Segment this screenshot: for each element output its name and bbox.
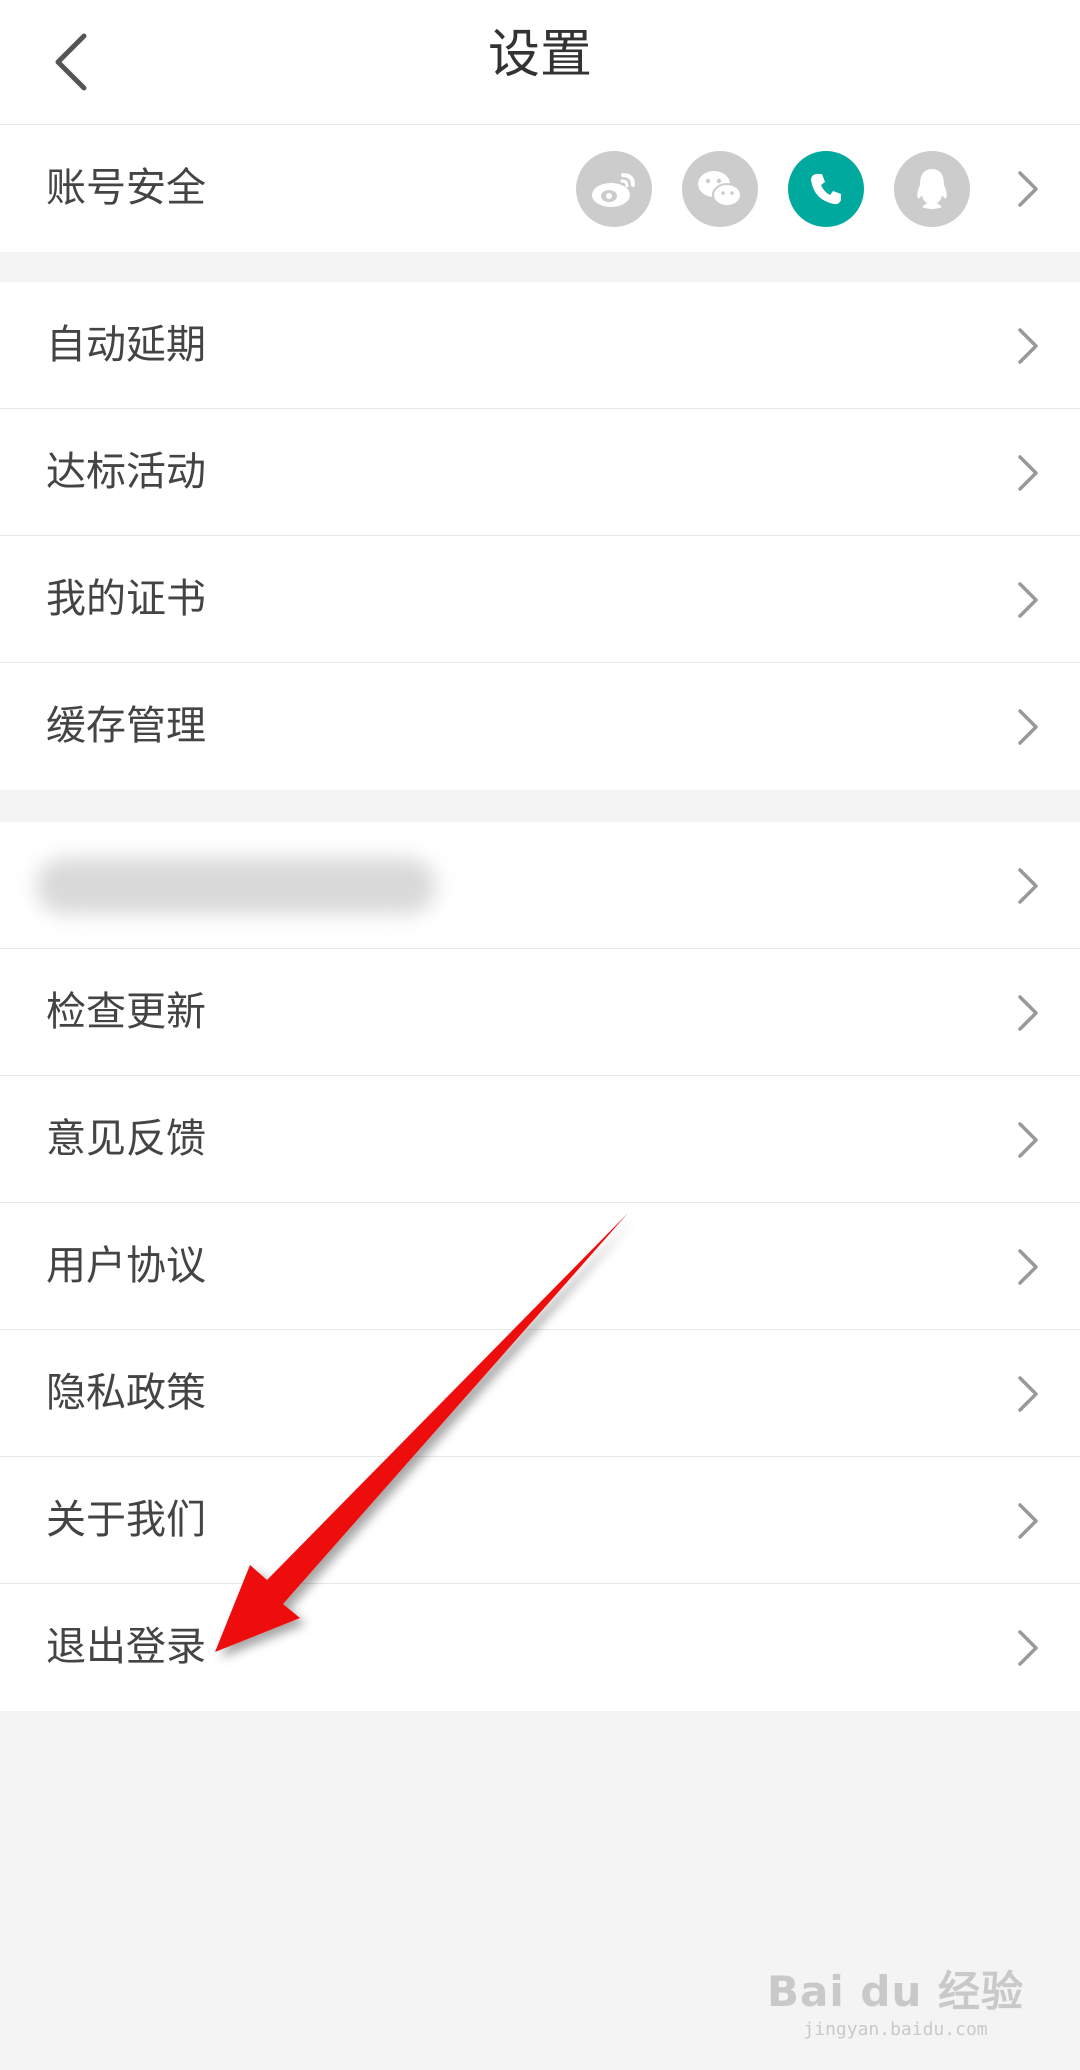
list-item-label: 隐私政策: [46, 1370, 206, 1416]
watermark-logo-text: Bai du 经验: [767, 1967, 1024, 2016]
top-bar: 设置: [0, 0, 1080, 125]
chevron-right-icon: [1018, 171, 1038, 207]
chevron-right-icon: [1018, 995, 1038, 1031]
chevron-right-icon: [1018, 328, 1038, 364]
list-item-feedback[interactable]: 意见反馈: [0, 1076, 1080, 1203]
chevron-right-icon: [1018, 1376, 1038, 1412]
list-item-about-us[interactable]: 关于我们: [0, 1457, 1080, 1584]
qq-icon[interactable]: [894, 151, 970, 227]
list-item-goal-activity[interactable]: 达标活动: [0, 409, 1080, 536]
list-item-label: 我的证书: [46, 576, 206, 622]
list-item-label: 自动延期: [46, 322, 206, 368]
list-item-cache-management[interactable]: 缓存管理: [0, 663, 1080, 790]
account-section: 账号安全: [0, 125, 1080, 252]
list-item-auto-renew[interactable]: 自动延期: [0, 282, 1080, 409]
chevron-right-icon: [1018, 1630, 1038, 1666]
account-security-row[interactable]: 账号安全: [0, 125, 1080, 252]
list-item-user-agreement[interactable]: 用户协议: [0, 1203, 1080, 1330]
list-item-blurred[interactable]: [0, 822, 1080, 949]
chevron-right-icon: [1018, 1249, 1038, 1285]
chevron-right-icon: [1018, 1122, 1038, 1158]
account-security-label: 账号安全: [46, 165, 206, 211]
list-item-my-certificates[interactable]: 我的证书: [0, 536, 1080, 663]
watermark: Bai du 经验 jingyan.baidu.com: [767, 1958, 1024, 2040]
list-item-label: 达标活动: [46, 449, 206, 495]
list-item-check-update[interactable]: 检查更新: [0, 949, 1080, 1076]
phone-icon[interactable]: [788, 151, 864, 227]
settings-group-2: 检查更新 意见反馈 用户协议 隐私政策 关于我们 退出登录: [0, 822, 1080, 1711]
blurred-content: [36, 858, 436, 914]
watermark-url: jingyan.baidu.com: [803, 2019, 988, 2040]
page-title: 设置: [487, 25, 592, 85]
list-item-privacy-policy[interactable]: 隐私政策: [0, 1330, 1080, 1457]
chevron-right-icon: [1018, 709, 1038, 745]
chevron-right-icon: [1018, 455, 1038, 491]
list-item-label: 意见反馈: [46, 1116, 206, 1162]
list-item-label: 缓存管理: [46, 703, 206, 749]
wechat-icon[interactable]: [682, 151, 758, 227]
chevron-right-icon: [1018, 582, 1038, 618]
list-item-label: 退出登录: [46, 1624, 206, 1670]
chevron-right-icon: [1018, 1503, 1038, 1539]
linked-accounts: [576, 151, 970, 227]
list-item-label: 检查更新: [46, 989, 206, 1035]
settings-group-1: 自动延期 达标活动 我的证书 缓存管理: [0, 282, 1080, 790]
weibo-icon[interactable]: [576, 151, 652, 227]
list-item-label: 关于我们: [46, 1497, 206, 1543]
chevron-right-icon: [1018, 868, 1038, 904]
list-item-label: 用户协议: [46, 1243, 206, 1289]
list-item-logout[interactable]: 退出登录: [0, 1584, 1080, 1711]
